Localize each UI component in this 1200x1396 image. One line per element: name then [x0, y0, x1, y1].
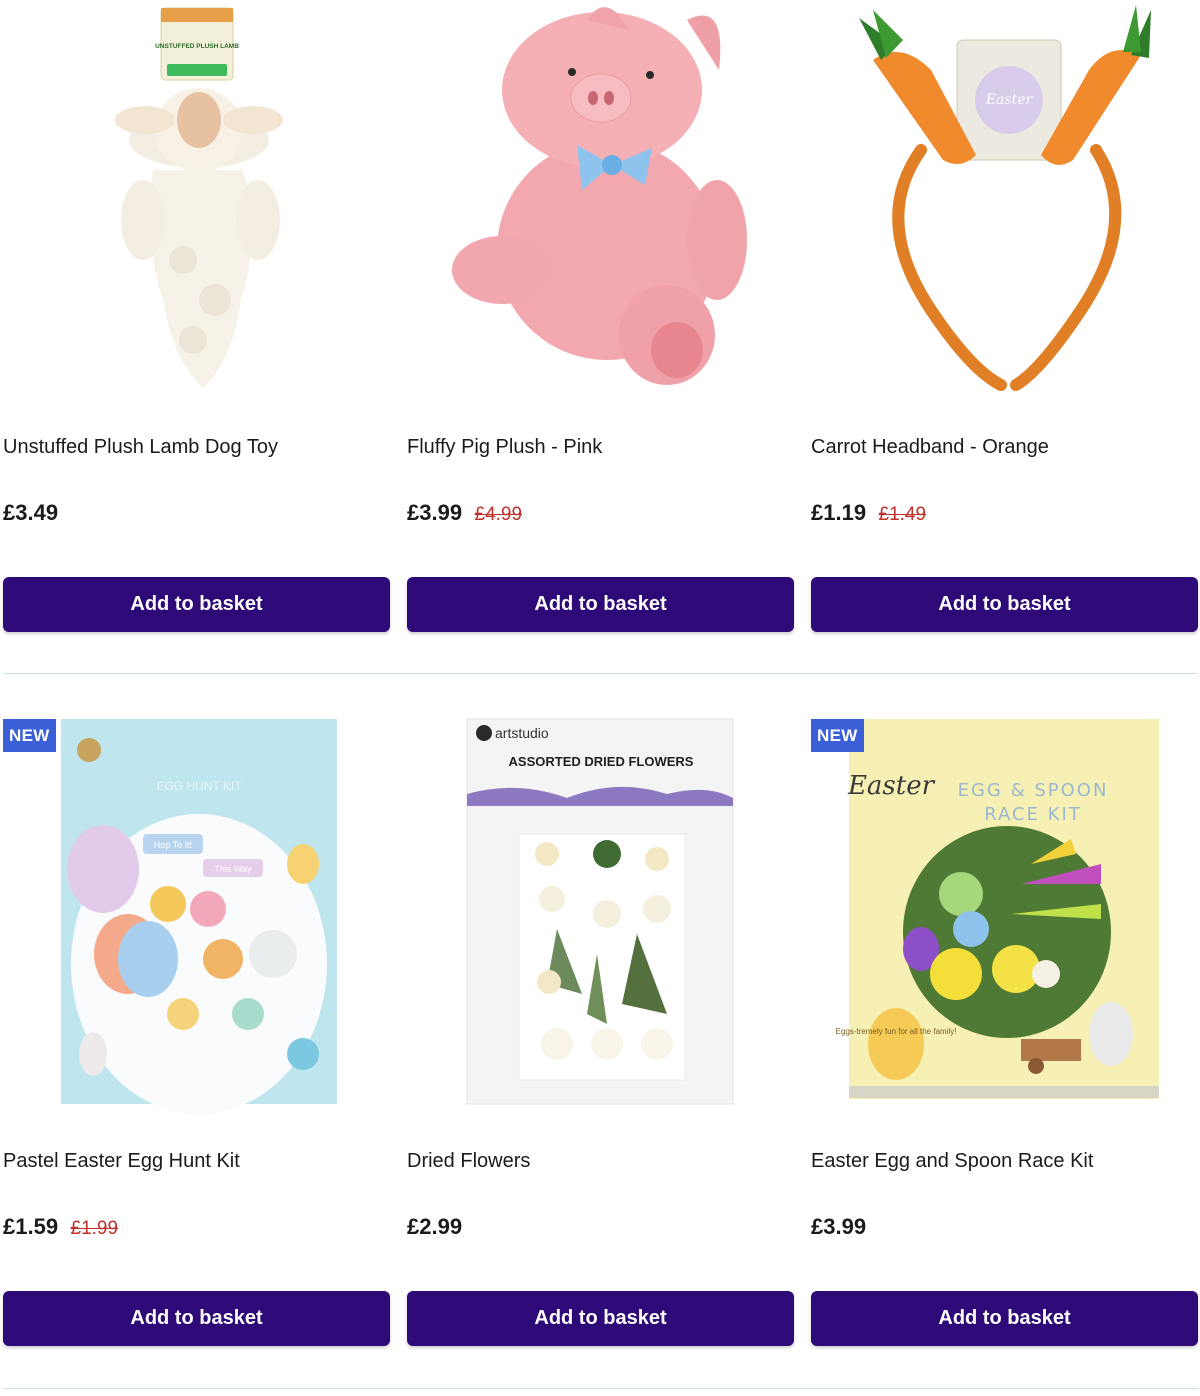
product-old-price: £4.99: [474, 504, 523, 525]
product-card: NEW EGG HUNT KIT Hop To It! This Way Pas…: [3, 714, 391, 1388]
product-price: £2.99: [407, 1214, 463, 1239]
product-price: £3.99: [811, 1214, 867, 1239]
product-old-price: £1.49: [878, 504, 927, 525]
egg-hunt-heading: EGG HUNT KIT: [156, 779, 242, 793]
add-to-basket-button[interactable]: Add to basket: [811, 1291, 1198, 1346]
egg-hunt-sign-2: This Way: [214, 864, 252, 874]
add-to-basket-button[interactable]: Add to basket: [3, 1291, 390, 1346]
product-image[interactable]: NEW EGG HUNT KIT Hop To It! This Way: [3, 714, 391, 1114]
product-image[interactable]: Easter: [811, 0, 1199, 400]
price-block: £3.49: [3, 500, 58, 526]
kit-tagline: Eggs-tremely fun for all the family!: [836, 1027, 957, 1036]
product-title[interactable]: Easter Egg and Spoon Race Kit: [811, 1150, 1093, 1173]
price-block: £3.99: [811, 1214, 866, 1240]
add-to-basket-button[interactable]: Add to basket: [407, 577, 794, 632]
lamb-tag-text: UNSTUFFED PLUSH LAMB: [155, 43, 239, 50]
kit-script-title: Easter: [847, 771, 936, 801]
product-row: UNSTUFFED PLUSH LAMB Unstuffed Plush Lam…: [0, 0, 1200, 674]
egg-hunt-kit-image: EGG HUNT KIT Hop To It! This Way: [61, 719, 337, 1114]
add-to-basket-button[interactable]: Add to basket: [3, 577, 390, 632]
kit-heading-2: RACE KIT: [984, 804, 1082, 825]
product-price: £1.59: [3, 1214, 59, 1239]
product-price: £1.19: [811, 500, 867, 525]
egg-hunt-sign-1: Hop To It!: [154, 840, 192, 850]
product-card: Easter Carrot Headband - Orange £1.19 £1…: [811, 0, 1199, 674]
product-image[interactable]: NEW Easter EGG & SPOON RACE KIT Eggs-tre…: [811, 714, 1199, 1114]
product-card: artstudio ASSORTED DRIED FLOWERS Dried F…: [407, 714, 795, 1388]
product-card: UNSTUFFED PLUSH LAMB Unstuffed Plush Lam…: [3, 0, 391, 674]
new-badge: NEW: [811, 719, 864, 752]
kit-heading-1: EGG & SPOON: [958, 780, 1109, 801]
product-image[interactable]: UNSTUFFED PLUSH LAMB: [3, 0, 391, 400]
lamb-toy-image: UNSTUFFED PLUSH LAMB: [115, 7, 283, 388]
new-badge: NEW: [3, 719, 56, 752]
product-price: £3.49: [3, 500, 59, 525]
brand-text: artstudio: [495, 725, 549, 741]
product-title[interactable]: Pastel Easter Egg Hunt Kit: [3, 1150, 240, 1173]
product-image[interactable]: artstudio ASSORTED DRIED FLOWERS: [407, 714, 795, 1114]
flowers-heading: ASSORTED DRIED FLOWERS: [509, 754, 694, 769]
price-block: £3.99 £4.99: [407, 500, 522, 526]
headband-tag-text: Easter: [985, 92, 1034, 108]
add-to-basket-button[interactable]: Add to basket: [407, 1291, 794, 1346]
row-divider: [3, 1388, 1198, 1389]
product-card: Fluffy Pig Plush - Pink £3.99 £4.99 Add …: [407, 0, 795, 674]
row-divider: [3, 673, 1198, 674]
product-card: NEW Easter EGG & SPOON RACE KIT Eggs-tre…: [811, 714, 1199, 1388]
egg-spoon-race-kit-image: Easter EGG & SPOON RACE KIT Eggs-tremely…: [836, 719, 1159, 1099]
price-block: £2.99: [407, 1214, 462, 1240]
price-block: £1.19 £1.49: [811, 500, 926, 526]
product-price: £3.99: [407, 500, 463, 525]
dried-flowers-image: artstudio ASSORTED DRIED FLOWERS: [466, 718, 734, 1105]
product-old-price: £1.99: [70, 1218, 119, 1239]
product-title[interactable]: Carrot Headband - Orange: [811, 436, 1049, 459]
product-title[interactable]: Fluffy Pig Plush - Pink: [407, 436, 602, 459]
pig-plush-image: [452, 7, 747, 385]
product-title[interactable]: Unstuffed Plush Lamb Dog Toy: [3, 436, 278, 459]
product-image[interactable]: [407, 0, 795, 400]
carrot-headband-image: Easter: [859, 5, 1151, 391]
product-row: NEW EGG HUNT KIT Hop To It! This Way Pas…: [0, 714, 1200, 1388]
price-block: £1.59 £1.99: [3, 1214, 118, 1240]
add-to-basket-button[interactable]: Add to basket: [811, 577, 1198, 632]
product-title[interactable]: Dried Flowers: [407, 1150, 530, 1173]
